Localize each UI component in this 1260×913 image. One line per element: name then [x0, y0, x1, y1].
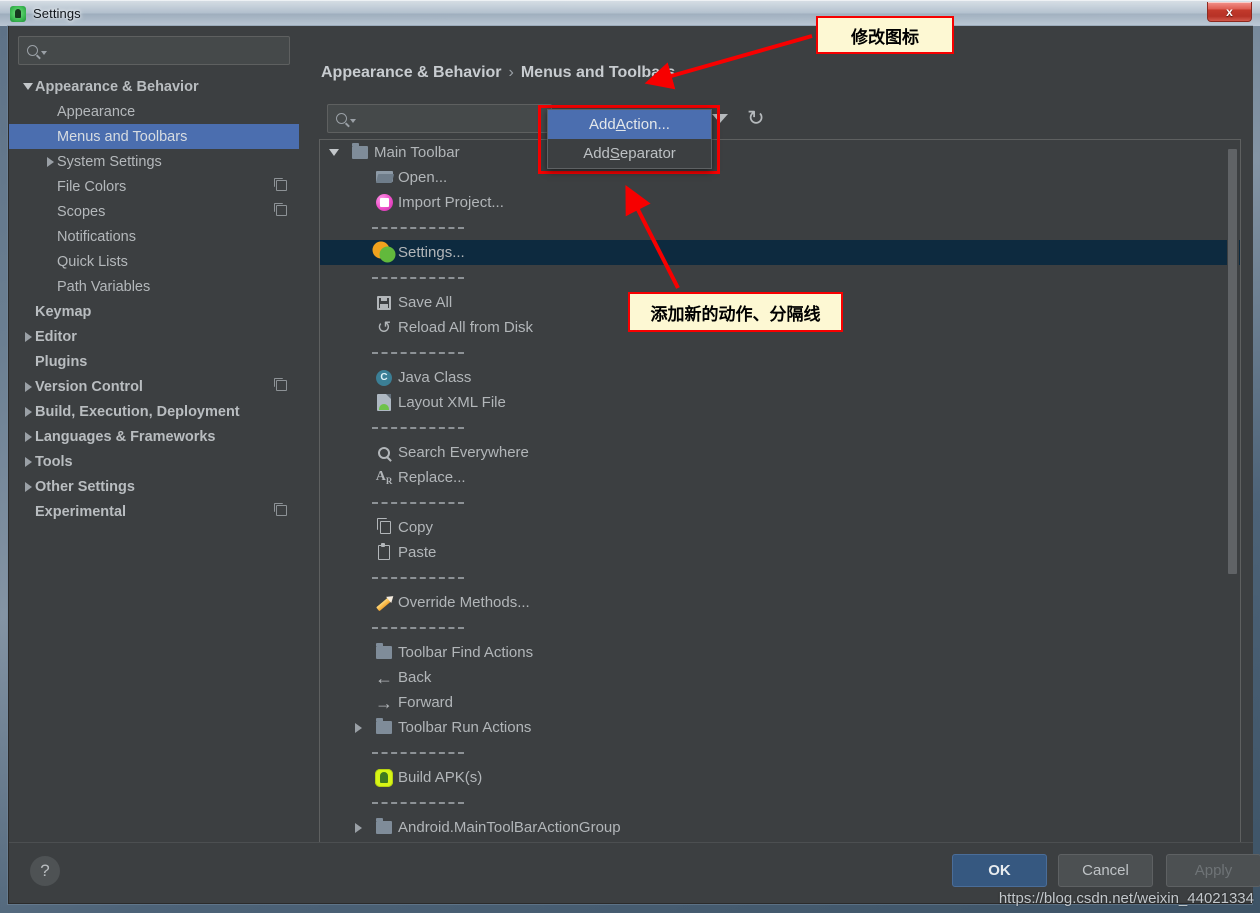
- annotation-arrow-to-pencil: [625, 34, 813, 289]
- settings-window: Settings x Appearance & Behavior Appearan…: [0, 0, 1260, 913]
- callout-add-action: 添加新的动作、分隔线: [628, 292, 843, 332]
- callout-modify-icon: 修改图标: [816, 16, 954, 54]
